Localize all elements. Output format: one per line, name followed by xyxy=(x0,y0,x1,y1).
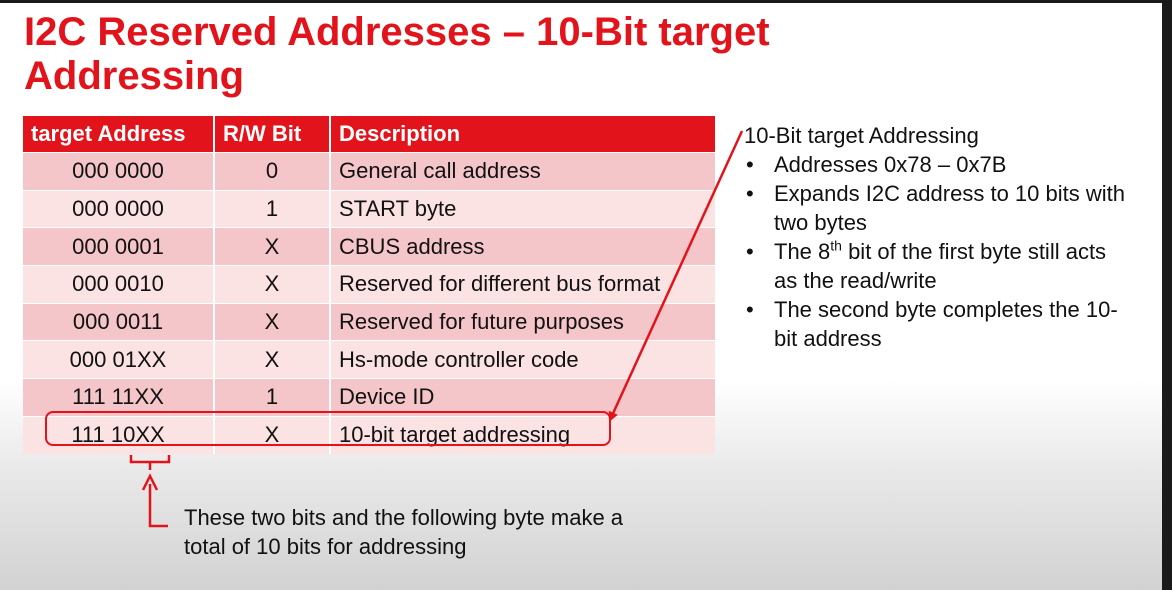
notes-bullet: Expands I2C address to 10 bits with two … xyxy=(744,179,1134,237)
pointer-arrow xyxy=(148,484,168,528)
notes-bullet: The 8th bit of the first byte still acts… xyxy=(744,237,1134,295)
notes-list: Addresses 0x78 – 0x7B Expands I2C addres… xyxy=(744,150,1134,353)
bullet-text: The 8 xyxy=(774,239,831,264)
superscript: th xyxy=(830,237,842,254)
callout-arrow xyxy=(608,130,744,422)
bits-note: These two bits and the following byte ma… xyxy=(184,505,624,559)
bit-brace xyxy=(129,455,171,470)
addressing-notes: 10-Bit target Addressing Addresses 0x78 … xyxy=(744,121,1134,353)
notes-heading: 10-Bit target Addressing xyxy=(744,123,979,148)
notes-bullet: Addresses 0x78 – 0x7B xyxy=(744,150,1134,179)
notes-bullet: The second byte completes the 10-bit add… xyxy=(744,295,1134,353)
